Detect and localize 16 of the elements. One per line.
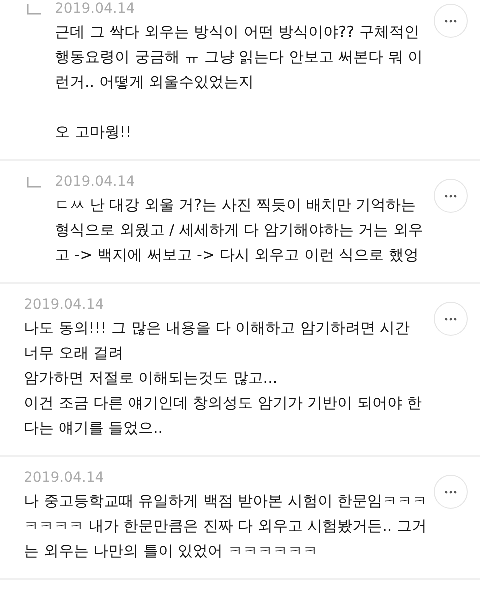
comment-text: ㄷㅆ 난 대강 외울 거?는 사진 찍듯이 배치만 기억하는 형식으로 외웠고 / 세세하게 다 암기해야하는 거는 외우고 -> 백지에 써보고 -> 다시 외우고 이런 식으로 했엉	[55, 195, 424, 266]
comment-text: 근데 그 싹다 외우는 방식이 어떤 방식이야?? 구체적인 행동요령이 궁금해 ㅠ 그냥 읽는다 안보고 써본다 뭐 이런거.. 어떻게 외울수있었는지 오 고마웡!!	[55, 22, 424, 143]
more-icon	[445, 490, 457, 494]
comment-text: 나도 동의!!! 그 많은 내용을 다 이해하고 암기하려면 시간 너무 오래 걸려 암가하면 저절로 이해되는것도 많고... 이건 조금 다른 얘기인데 창의성도 암기가 기반이 되어야 한다는 얘기를 들었으..	[24, 318, 424, 439]
more-options-button[interactable]	[434, 179, 468, 213]
comment-date: 2019.04.14	[55, 173, 136, 191]
comment-text: 나 중고등학교때 유일하게 백점 받아본 시험이 한문임ㅋㅋㅋㅋㅋㅋㅋ 내가 한문만큼은 진짜 다 외우고 시험봤거든.. 그거는 외우는 나만의 틀이 있었어 ㅋㅋㅋㅋㅋㅋ	[24, 491, 428, 562]
more-icon	[445, 194, 457, 198]
comment-date: 2019.04.14	[55, 0, 136, 18]
comment-date: 2019.04.14	[24, 296, 104, 314]
comment-date: 2019.04.14	[24, 469, 104, 487]
more-icon	[445, 20, 457, 22]
more-options-button[interactable]	[434, 4, 468, 38]
more-options-button[interactable]	[434, 475, 468, 509]
more-options-button[interactable]	[434, 302, 468, 336]
more-icon	[445, 318, 457, 320]
